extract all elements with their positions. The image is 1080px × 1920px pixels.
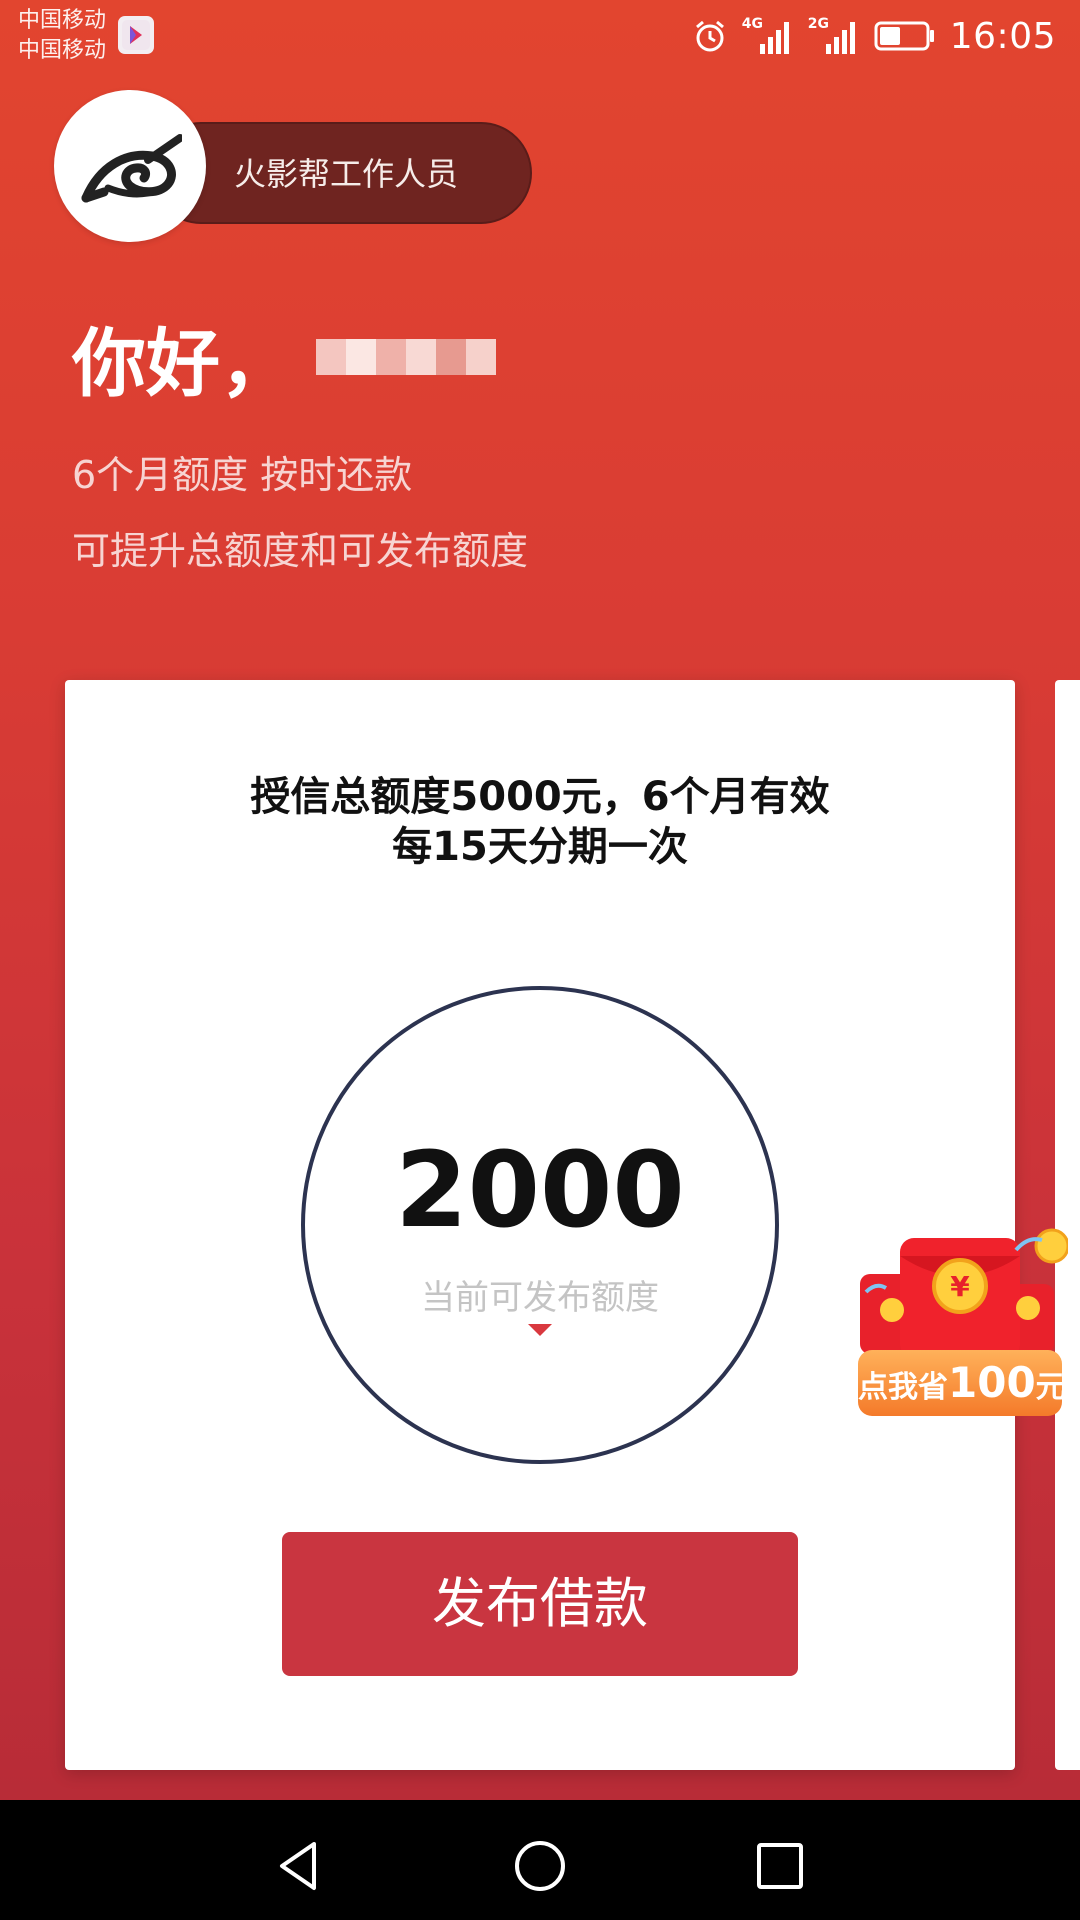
greeting-subtitle-2: 可提升总额度和可发布额度 — [72, 529, 529, 573]
promo-label-suffix: 元 — [1035, 1370, 1066, 1405]
quota-amount: 2000 — [395, 1129, 685, 1251]
back-icon[interactable] — [270, 1836, 330, 1896]
home-icon[interactable] — [510, 1836, 570, 1896]
caret-down-icon[interactable] — [528, 1324, 552, 1338]
status-time: 16:05 — [949, 15, 1056, 57]
red-packet-promo[interactable]: ¥ 点我省100元 — [856, 1226, 1068, 1422]
credit-card: 授信总额度5000元，6个月有效 每15天分期一次 2000 当前可发布额度 发… — [65, 680, 1015, 1770]
notification-app-icon — [118, 16, 154, 54]
next-card-edge — [1055, 680, 1080, 1770]
greeting-title: 你好， — [72, 320, 294, 407]
promo-label-amount: 100 — [948, 1358, 1036, 1407]
app-screen: 中国移动 中国移动 4G 2G 16:05 火影帮工作人员 你好， 6个月额度 … — [0, 0, 1080, 1800]
publish-loan-button[interactable]: 发布借款 — [282, 1532, 798, 1676]
svg-text:¥: ¥ — [950, 1270, 970, 1303]
carrier-label-1: 中国移动 — [18, 8, 107, 33]
carrier-label-2: 中国移动 — [18, 38, 107, 63]
quota-ring: 2000 当前可发布额度 — [301, 986, 779, 1464]
status-bar: 中国移动 中国移动 4G 2G 16:05 — [0, 0, 1080, 72]
user-name-blurred — [316, 339, 496, 375]
leaf-village-logo-icon — [81, 134, 182, 203]
promo-label-prefix: 点我省 — [858, 1370, 948, 1405]
greeting: 你好， — [72, 312, 496, 407]
signal-icon-2: 2G — [808, 16, 860, 56]
battery-icon — [874, 21, 934, 51]
staff-badge-label: 火影帮工作人员 — [234, 155, 459, 193]
quota-label: 当前可发布额度 — [421, 1278, 659, 1318]
staff-badge[interactable]: 火影帮工作人员 — [150, 122, 532, 224]
recents-icon[interactable] — [750, 1836, 810, 1896]
avatar[interactable] — [54, 90, 206, 242]
system-nav-bar — [0, 1800, 1080, 1920]
promo-label: 点我省100元 — [858, 1350, 1066, 1416]
alarm-icon — [695, 20, 724, 52]
carrier-info: 中国移动 中国移动 — [18, 6, 106, 66]
greeting-subtitle-1: 6个月额度 按时还款 — [72, 453, 413, 497]
credit-summary-line-2: 每15天分期一次 — [392, 824, 688, 870]
signal-icon-1: 4G — [742, 16, 794, 56]
status-icons: 4G 2G 16:05 — [692, 12, 1056, 60]
